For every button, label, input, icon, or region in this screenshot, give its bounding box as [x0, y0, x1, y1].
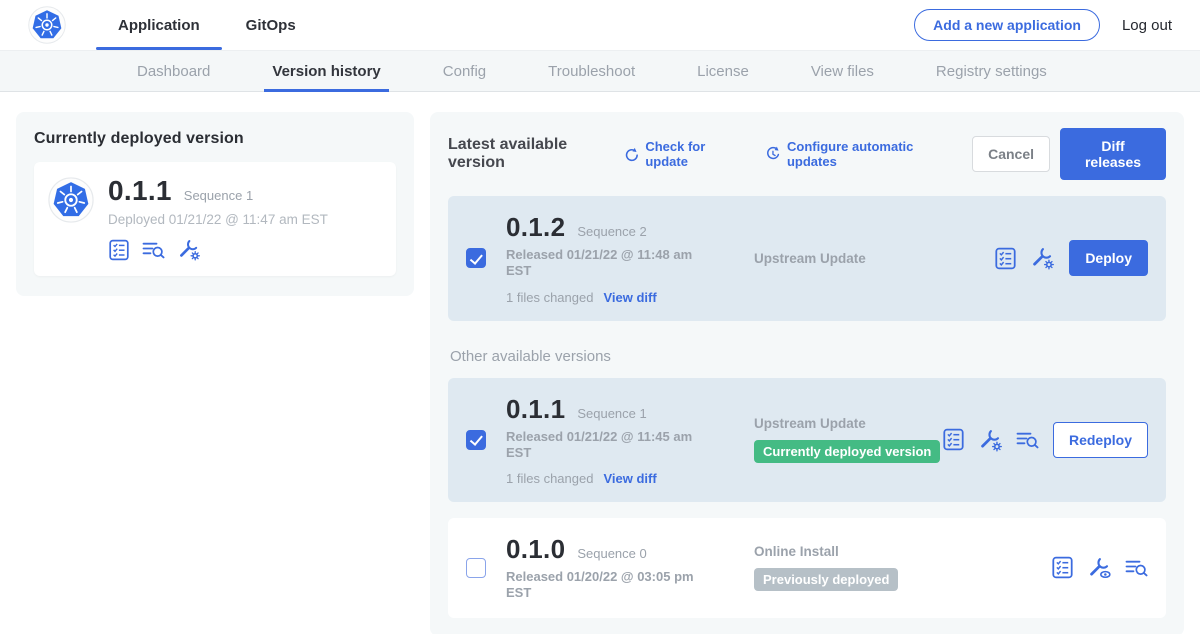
- version-0-1-2-checkbox[interactable]: [466, 248, 486, 268]
- version-number: 0.1.1: [506, 394, 565, 425]
- view-config-icon[interactable]: [1087, 556, 1112, 580]
- tab-gitops[interactable]: GitOps: [232, 0, 310, 50]
- tab-registry-settings[interactable]: Registry settings: [936, 51, 1047, 91]
- deploy-logs-icon[interactable]: [1016, 429, 1039, 450]
- sequence-label: Sequence 0: [577, 546, 646, 561]
- auto-update-clock-icon: [765, 145, 781, 163]
- tab-dashboard[interactable]: Dashboard: [137, 51, 210, 91]
- edit-config-icon[interactable]: [1030, 246, 1055, 270]
- tab-gitops-label: GitOps: [246, 17, 296, 34]
- diff-releases-button[interactable]: Diff releases: [1060, 128, 1166, 180]
- version-0-1-1-checkbox[interactable]: [466, 430, 486, 450]
- currently-deployed-badge: Currently deployed version: [754, 440, 940, 463]
- preflight-checks-icon[interactable]: [1051, 556, 1074, 579]
- view-diff-link[interactable]: View diff: [603, 471, 656, 486]
- other-available-versions-label: Other available versions: [450, 348, 1166, 365]
- deployed-timestamp: Deployed 01/21/22 @ 11:47 am EST: [108, 212, 328, 227]
- top-nav-tabs: Application GitOps: [104, 0, 328, 50]
- edit-config-icon[interactable]: [177, 238, 201, 261]
- tab-application-label: Application: [118, 17, 200, 34]
- configure-automatic-updates-link[interactable]: Configure automatic updates: [765, 139, 946, 169]
- app-kubernetes-icon: [48, 177, 94, 223]
- cancel-button[interactable]: Cancel: [972, 136, 1050, 172]
- version-0-1-0-checkbox[interactable]: [466, 558, 486, 578]
- tab-license[interactable]: License: [697, 51, 749, 91]
- sequence-label: Sequence 1: [577, 406, 646, 421]
- deploy-logs-icon[interactable]: [142, 239, 165, 260]
- version-source-label: Online Install: [754, 544, 839, 559]
- version-source-label: Upstream Update: [754, 251, 866, 266]
- version-number: 0.1.2: [506, 212, 565, 243]
- top-nav-bar: Application GitOps Add a new application…: [0, 0, 1200, 50]
- deployed-version-number: 0.1.1: [108, 175, 172, 207]
- version-row-0-1-0: 0.1.0 Sequence 0 Released 01/20/22 @ 03:…: [448, 518, 1166, 618]
- tab-troubleshoot[interactable]: Troubleshoot: [548, 51, 635, 91]
- deploy-button[interactable]: Deploy: [1069, 240, 1148, 276]
- tab-view-files[interactable]: View files: [811, 51, 874, 91]
- logout-link[interactable]: Log out: [1122, 17, 1172, 34]
- tab-version-history[interactable]: Version history: [272, 51, 380, 91]
- check-for-update-link[interactable]: Check for update: [624, 139, 739, 169]
- files-changed-label: 1 files changed: [506, 290, 593, 305]
- latest-available-title: Latest available version: [448, 136, 608, 172]
- currently-deployed-title: Currently deployed version: [34, 130, 396, 148]
- app-sub-nav: Dashboard Version history Config Trouble…: [0, 50, 1200, 92]
- version-source-label: Upstream Update: [754, 416, 866, 431]
- version-number: 0.1.0: [506, 534, 565, 565]
- files-changed-label: 1 files changed: [506, 471, 593, 486]
- sequence-label: Sequence 2: [577, 224, 646, 239]
- view-diff-link[interactable]: View diff: [603, 290, 656, 305]
- tab-config[interactable]: Config: [443, 51, 486, 91]
- redeploy-button[interactable]: Redeploy: [1053, 422, 1148, 458]
- edit-config-icon[interactable]: [978, 428, 1003, 452]
- released-timestamp: Released 01/21/22 @ 11:45 am EST: [506, 429, 704, 462]
- preflight-checks-icon[interactable]: [108, 239, 130, 261]
- version-row-0-1-2: 0.1.2 Sequence 2 Released 01/21/22 @ 11:…: [448, 196, 1166, 321]
- currently-deployed-panel: Currently deployed version 0.1.1 Sequenc…: [16, 112, 414, 296]
- version-row-0-1-1: 0.1.1 Sequence 1 Released 01/21/22 @ 11:…: [448, 378, 1166, 503]
- deploy-logs-icon[interactable]: [1125, 557, 1148, 578]
- preflight-checks-icon[interactable]: [994, 247, 1017, 270]
- deployed-sequence-label: Sequence 1: [184, 188, 253, 203]
- preflight-checks-icon[interactable]: [942, 428, 965, 451]
- released-timestamp: Released 01/20/22 @ 03:05 pm EST: [506, 569, 704, 602]
- deployed-version-card: 0.1.1 Sequence 1 Deployed 01/21/22 @ 11:…: [34, 162, 396, 276]
- previously-deployed-badge: Previously deployed: [754, 568, 898, 591]
- released-timestamp: Released 01/21/22 @ 11:48 am EST: [506, 247, 704, 280]
- add-new-application-button[interactable]: Add a new application: [914, 9, 1100, 41]
- refresh-icon: [624, 146, 639, 163]
- tab-application[interactable]: Application: [104, 0, 214, 50]
- kubernetes-logo: [28, 6, 66, 44]
- version-history-panel: Latest available version Check for updat…: [430, 112, 1184, 634]
